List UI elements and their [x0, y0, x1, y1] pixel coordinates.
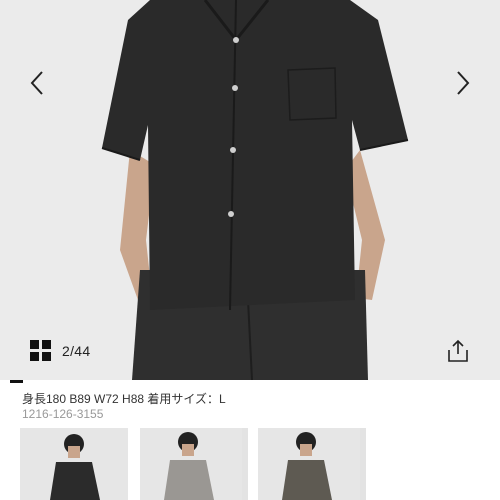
- thumbnail-3-image: [258, 428, 360, 500]
- next-image-button[interactable]: [452, 68, 474, 98]
- chevron-left-icon: [30, 71, 43, 95]
- share-icon: [448, 339, 468, 362]
- product-code: 1216-126-3155: [22, 407, 104, 421]
- model-photo: [0, 0, 500, 380]
- grid-icon: [30, 340, 51, 361]
- thumbnail-1[interactable]: [20, 428, 128, 500]
- share-button[interactable]: [445, 338, 471, 364]
- thumbnail-2[interactable]: [140, 428, 248, 500]
- image-progress-fill: [10, 380, 23, 383]
- grid-view-button[interactable]: [30, 340, 52, 362]
- thumbnail-strip: [20, 428, 500, 500]
- image-counter: 2/44: [62, 343, 91, 359]
- image-progress-track: [0, 380, 500, 383]
- thumbnail-1-image: [20, 428, 128, 500]
- thumbnail-3[interactable]: [258, 428, 366, 500]
- model-size-info: 身長180 B89 W72 H88 着用サイズ：L: [22, 392, 226, 406]
- thumbnail-2-image: [140, 428, 242, 500]
- product-image[interactable]: 2/44: [0, 0, 500, 380]
- chevron-right-icon: [457, 71, 470, 95]
- previous-image-button[interactable]: [26, 68, 48, 98]
